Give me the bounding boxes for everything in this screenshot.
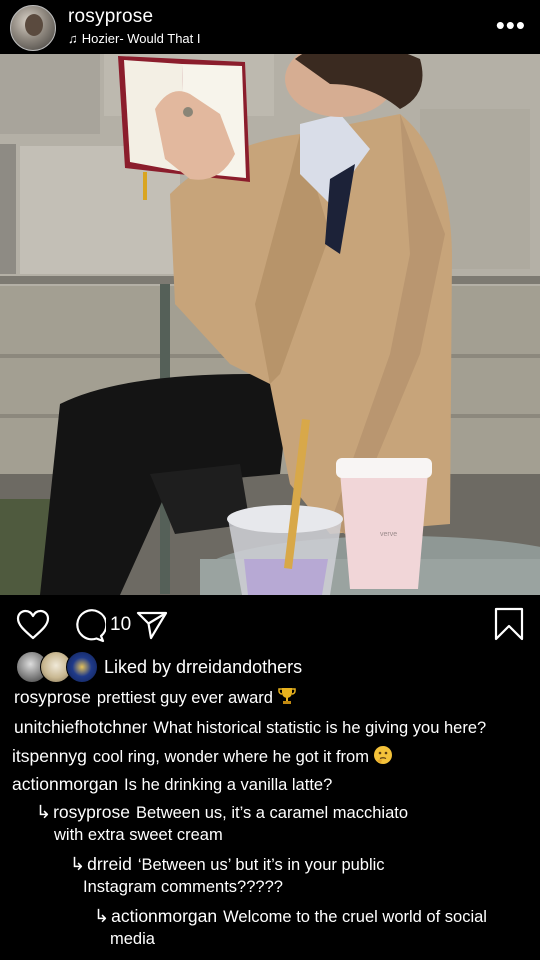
song-title: Hozier- Would That I	[81, 31, 201, 46]
post-header: rosyprose ♫ Hozier- Would That I •••	[0, 0, 540, 54]
post-action-bar: 10	[0, 605, 540, 649]
author-username[interactable]: rosyprose	[68, 6, 153, 28]
liker-avatar	[66, 651, 98, 683]
reply-arrow-icon: ↳	[94, 906, 110, 926]
comment-icon[interactable]	[72, 609, 108, 648]
trophy-icon	[277, 686, 297, 712]
comment: unitchiefhotchner What historical statist…	[14, 716, 486, 739]
comment-text-continued: media	[110, 930, 155, 948]
music-note-icon: ♫	[68, 31, 78, 46]
comment-username[interactable]: itspennyg	[12, 746, 87, 766]
comment-username[interactable]: unitchiefhotchner	[14, 717, 147, 737]
comment-text: cool ring, wonder where he got it from	[92, 748, 369, 766]
more-options-icon[interactable]: •••	[496, 12, 526, 38]
comment: actionmorgan Is he drinking a vanilla lat…	[12, 773, 332, 796]
comment-username[interactable]: actionmorgan	[12, 774, 118, 794]
reply-arrow-icon: ↳	[36, 802, 52, 822]
heart-icon[interactable]	[16, 609, 50, 646]
author-avatar[interactable]	[10, 5, 56, 51]
comment-username[interactable]: drreid	[87, 854, 132, 874]
likes-prefix: Liked by	[104, 656, 177, 677]
comment-count: 10	[110, 614, 132, 635]
comment-text: Is he drinking a vanilla latte?	[124, 776, 333, 794]
song-info[interactable]: ♫ Hozier- Would That I	[68, 31, 200, 46]
likes-row[interactable]: Liked by drreidandothers	[16, 650, 302, 684]
likes-username[interactable]: drreid	[176, 657, 222, 677]
comment-username[interactable]: rosyprose	[14, 687, 91, 707]
reply: ↳ rosyprose Between us, it’s a caramel mac…	[36, 801, 516, 846]
comment-username[interactable]: actionmorgan	[111, 906, 217, 926]
thinking-face-icon	[373, 745, 393, 771]
likes-text: Liked by drreidandothers	[104, 657, 302, 678]
post-photo[interactable]: verve	[0, 54, 540, 595]
comment-text-continued: with extra sweet cream	[54, 826, 223, 844]
reply-arrow-icon: ↳	[70, 854, 86, 874]
comment-text: Welcome to the cruel world of social	[223, 908, 487, 926]
share-icon[interactable]	[136, 610, 168, 645]
comment-text: What historical statistic is he giving y…	[153, 719, 487, 737]
comment: rosyprose prettiest guy ever award	[14, 686, 297, 712]
comment-text: ‘Between us’ but it’s in your public	[137, 856, 385, 874]
comment-text: Between us, it’s a caramel macchiato	[135, 804, 409, 822]
comment-text: prettiest guy ever award	[96, 689, 273, 707]
bookmark-icon[interactable]	[494, 607, 524, 646]
reply: ↳ actionmorgan Welcome to the cruel world …	[94, 905, 534, 950]
comment-text-continued: Instagram comments?????	[83, 878, 283, 896]
comment-username[interactable]: rosyprose	[53, 802, 130, 822]
photo-illustration: verve	[0, 54, 540, 595]
svg-text:verve: verve	[380, 531, 397, 538]
comment: itspennyg cool ring, wonder where he got …	[12, 745, 393, 771]
likes-joiner: and	[222, 656, 253, 677]
liker-avatars	[16, 651, 100, 683]
likes-others[interactable]: others	[252, 657, 302, 677]
reply: ↳ drreid ‘Between us’ but it’s in your pub…	[70, 853, 520, 898]
